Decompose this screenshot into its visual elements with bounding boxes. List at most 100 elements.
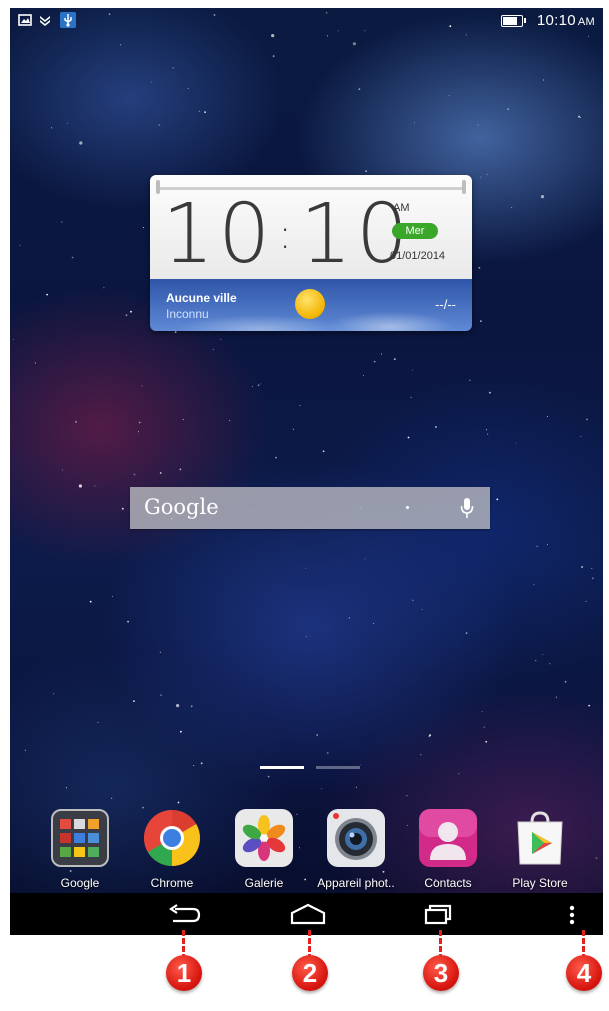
home-icon[interactable] [280,899,336,929]
camera-icon [327,809,385,867]
star [34,362,36,364]
star [410,396,412,398]
weather-city: Aucune ville [166,291,237,305]
star [292,428,294,430]
star [483,726,485,728]
app-camera[interactable]: Appareil phot.. [310,808,402,890]
menu-icon[interactable] [557,899,587,929]
callout-3: 3 [423,955,459,991]
app-play-store[interactable]: Play Store [494,808,586,890]
star [180,730,182,733]
star [204,111,207,113]
star [406,795,408,797]
star [542,654,544,655]
app-google[interactable]: Google [34,808,126,890]
app-gallery[interactable]: Galerie [218,808,310,890]
star [198,110,200,112]
page-indicator [260,766,360,769]
star [272,55,275,57]
navigation-bar [10,893,603,935]
star [588,35,590,37]
star [305,567,307,569]
star [61,221,63,223]
star [414,122,415,124]
google-search-bar[interactable]: Google [130,487,490,529]
star [485,429,487,431]
star [121,507,124,510]
starfield-wallpaper [13,11,598,881]
star [257,384,260,387]
star [316,734,319,736]
star [547,416,548,417]
star [97,721,99,723]
callout-4: 4 [566,955,602,991]
star [507,108,510,110]
star [133,473,136,476]
clock-panel: 10:10 AM Mer 01/01/2014 [150,175,472,279]
star [412,599,414,601]
star [271,34,275,38]
star [125,314,128,317]
star [448,95,450,96]
usb-icon [60,12,76,28]
star [267,775,270,778]
status-ampm: AM [577,16,595,28]
star [458,773,460,775]
star [190,705,193,708]
star [179,468,182,471]
star [159,651,161,653]
mic-icon[interactable] [460,497,474,519]
star [120,44,122,46]
star [478,266,481,269]
star [586,418,588,421]
star [485,740,488,743]
star [327,35,328,37]
back-icon[interactable] [157,899,213,929]
star [407,436,410,439]
star [381,353,382,355]
chrome-icon [144,810,200,866]
star [299,404,301,406]
star [78,484,82,488]
star [549,663,551,665]
star [193,765,195,766]
star [187,87,189,89]
page-indicator-current [260,766,304,769]
clock-ampm: AM [393,202,410,214]
star [94,485,96,487]
star [435,426,437,428]
star [127,620,129,623]
star [489,391,491,394]
weather-panel[interactable]: Aucune ville Inconnu --/-- [150,279,472,331]
star [348,617,350,619]
app-chrome[interactable]: Chrome [126,808,218,890]
star [130,310,132,313]
star [358,88,361,90]
star [160,694,163,696]
star [229,420,231,422]
star [305,636,307,638]
star [172,67,174,69]
star [143,227,144,229]
star [496,498,499,501]
star [89,600,92,603]
star [326,752,329,754]
clock-weather-widget[interactable]: 10:10 AM Mer 01/01/2014 Aucune ville Inc… [150,175,472,331]
star [487,433,489,435]
star [24,749,26,751]
star [133,700,135,702]
star [591,577,594,580]
recent-apps-icon[interactable] [410,899,466,929]
app-label: Play Store [512,876,568,890]
clock-date: 01/01/2014 [390,250,446,262]
app-contacts[interactable]: Contacts [402,808,494,890]
star [51,127,53,129]
star [581,566,583,568]
star [555,696,557,698]
google-logo: Google [144,495,219,519]
weather-temperature: --/-- [435,297,456,312]
clock-time: 10:10 [162,187,413,282]
callout-2: 2 [292,955,328,991]
star [364,558,366,560]
star [477,124,479,126]
